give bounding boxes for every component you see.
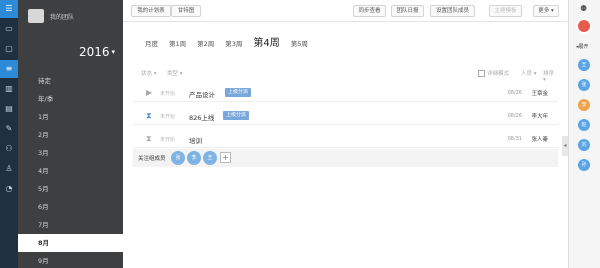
detail-mode-toggle[interactable]: 详细模式: [478, 69, 509, 77]
group-icon[interactable]: ⚇: [0, 140, 18, 158]
team-avatar: [28, 9, 44, 23]
hourglass-icon[interactable]: ⧗: [146, 111, 152, 121]
sync-view-button[interactable]: 同步查看: [353, 5, 386, 17]
toolbar: 我的计划表 甘特图 同步查看 团队日报 设置团队成员 主题模板 更多 ▾: [123, 0, 568, 22]
person-icon[interactable]: ♙: [0, 160, 18, 178]
expand-button[interactable]: ◂展开: [576, 43, 589, 50]
add-member-button[interactable]: +: [220, 152, 231, 163]
detail-mode-checkbox[interactable]: [478, 70, 485, 77]
team-header[interactable]: 我的团队: [18, 0, 123, 32]
period-item-aug[interactable]: 8月: [18, 234, 123, 252]
team-report-button[interactable]: 团队日报: [391, 5, 424, 17]
main-panel: 我的计划表 甘特图 同步查看 团队日报 设置团队成员 主题模板 更多 ▾ 月度 …: [123, 0, 568, 268]
member-avatar[interactable]: 张: [171, 151, 185, 165]
task-date: 08/26: [507, 113, 522, 119]
period-item-feb[interactable]: 2月: [18, 126, 123, 144]
list-icon[interactable]: ≡: [0, 60, 18, 78]
status-filter-label: 状态: [141, 71, 153, 77]
sort-filter[interactable]: 排序 ▾: [543, 69, 558, 83]
more-label: 更多: [538, 8, 550, 14]
member-dot[interactable]: 李: [578, 99, 590, 111]
hourglass-icon[interactable]: ⧗: [146, 134, 152, 144]
monitor-icon[interactable]: ▭: [0, 20, 18, 38]
status-filter[interactable]: 状态 ▾: [141, 69, 157, 77]
period-item-jul[interactable]: 7月: [18, 216, 123, 234]
task-date: 08/31: [507, 136, 522, 142]
tab-week-2[interactable]: 第2周: [197, 38, 214, 48]
follow-group-bar: 关注组成员 张 李 王 +: [133, 149, 558, 167]
menu-icon[interactable]: ☰: [0, 0, 18, 18]
member-avatar[interactable]: 李: [187, 151, 201, 165]
follow-group-label: 关注组成员: [138, 156, 166, 162]
app-window: ☰ ▭ ▢ ≡ ▥ ▤ ✎ ⚇ ♙ ◔ 我的团队 2016 ▾ 待定 年/季 1月…: [0, 0, 600, 268]
play-icon[interactable]: ▶: [146, 88, 152, 97]
task-name[interactable]: 培训: [189, 135, 202, 145]
detail-mode-label: 详细模式: [487, 71, 510, 77]
task-owner: 张人秦: [531, 137, 548, 143]
task-row[interactable]: ▶ 未开始 产品设计 上级分派 08/26 王章金: [133, 84, 558, 102]
chevron-down-icon: ▾: [551, 8, 554, 14]
tab-week-3[interactable]: 第3周: [225, 38, 242, 48]
owner-filter-label: 人员: [521, 71, 533, 77]
chart-icon[interactable]: ◔: [0, 180, 18, 198]
tab-week-1[interactable]: 第1周: [169, 38, 186, 48]
member-dot[interactable]: 王: [578, 59, 590, 71]
period-list: 待定 年/季 1月 2月 3月 4月 5月 6月 7月 8月 9月: [18, 72, 123, 268]
current-user-avatar[interactable]: [576, 18, 592, 34]
gantt-button[interactable]: 甘特图: [171, 5, 201, 17]
filter-bar: 状态 ▾ 类型 ▾ 详细模式 人员 ▾ 排序 ▾: [141, 69, 558, 83]
tab-week-4[interactable]: 第4周: [253, 34, 279, 49]
set-members-button[interactable]: 设置团队成员: [430, 5, 475, 17]
caret-down-icon: ▾: [111, 48, 115, 56]
period-item-year[interactable]: 年/季: [18, 90, 123, 108]
period-item-sep[interactable]: 9月: [18, 252, 123, 268]
task-status: 未开始: [160, 91, 176, 97]
member-dot[interactable]: 刘: [578, 139, 590, 151]
period-item-mar[interactable]: 3月: [18, 144, 123, 162]
task-tag: 上级分派: [225, 88, 252, 97]
period-sidebar: 我的团队 2016 ▾ 待定 年/季 1月 2月 3月 4月 5月 6月 7月 8…: [18, 0, 123, 268]
week-tabs: 月度 第1周 第2周 第3周 第4周 第5周: [145, 34, 319, 49]
edit-icon[interactable]: ✎: [0, 120, 18, 138]
member-avatar[interactable]: 王: [203, 151, 217, 165]
period-item-jan[interactable]: 1月: [18, 108, 123, 126]
people-icon[interactable]: ⚉: [580, 4, 587, 13]
task-name[interactable]: 产品设计: [189, 89, 215, 99]
template-button[interactable]: 主题模板: [489, 5, 522, 17]
type-filter[interactable]: 类型 ▾: [167, 69, 183, 77]
task-status: 未开始: [160, 114, 176, 120]
member-panel: ⚉ ◂展开 王 张 李 赵 刘 孙: [568, 0, 600, 268]
task-name[interactable]: 826上线: [189, 112, 214, 122]
team-label: 我的团队: [50, 13, 75, 21]
clipboard-icon[interactable]: ▤: [0, 100, 18, 118]
year-label: 2016: [78, 45, 110, 59]
year-selector[interactable]: 2016 ▾: [18, 32, 123, 72]
member-dot[interactable]: 赵: [578, 119, 590, 131]
icon-rail: ☰ ▭ ▢ ≡ ▥ ▤ ✎ ⚇ ♙ ◔: [0, 0, 18, 268]
task-status: 未开始: [160, 137, 176, 143]
period-item-may[interactable]: 5月: [18, 180, 123, 198]
type-filter-label: 类型: [167, 71, 179, 77]
tab-week-5[interactable]: 第5周: [291, 38, 308, 48]
owner-filter[interactable]: 人员 ▾: [521, 69, 537, 77]
task-row[interactable]: ⧗ 未开始 826上线 上级分派 08/26 李大年: [133, 107, 558, 125]
period-item-jun[interactable]: 6月: [18, 198, 123, 216]
task-owner: 王章金: [531, 91, 548, 97]
task-date: 08/26: [507, 90, 522, 96]
plan-list-button[interactable]: 我的计划表: [131, 5, 171, 17]
period-item-pending[interactable]: 待定: [18, 72, 123, 90]
member-dot[interactable]: 张: [578, 79, 590, 91]
more-button[interactable]: 更多 ▾: [533, 5, 559, 17]
member-dot[interactable]: 孙: [578, 159, 590, 171]
sort-filter-label: 排序: [543, 71, 555, 77]
task-row[interactable]: ⧗ 未开始 培训 08/31 张人秦: [133, 130, 558, 148]
chat-icon[interactable]: ▢: [0, 40, 18, 58]
period-item-apr[interactable]: 4月: [18, 162, 123, 180]
building-icon[interactable]: ▥: [0, 80, 18, 98]
task-owner: 李大年: [531, 114, 548, 120]
tab-month[interactable]: 月度: [145, 38, 158, 48]
expand-label: 展开: [578, 44, 589, 50]
task-tag: 上级分派: [223, 111, 250, 120]
